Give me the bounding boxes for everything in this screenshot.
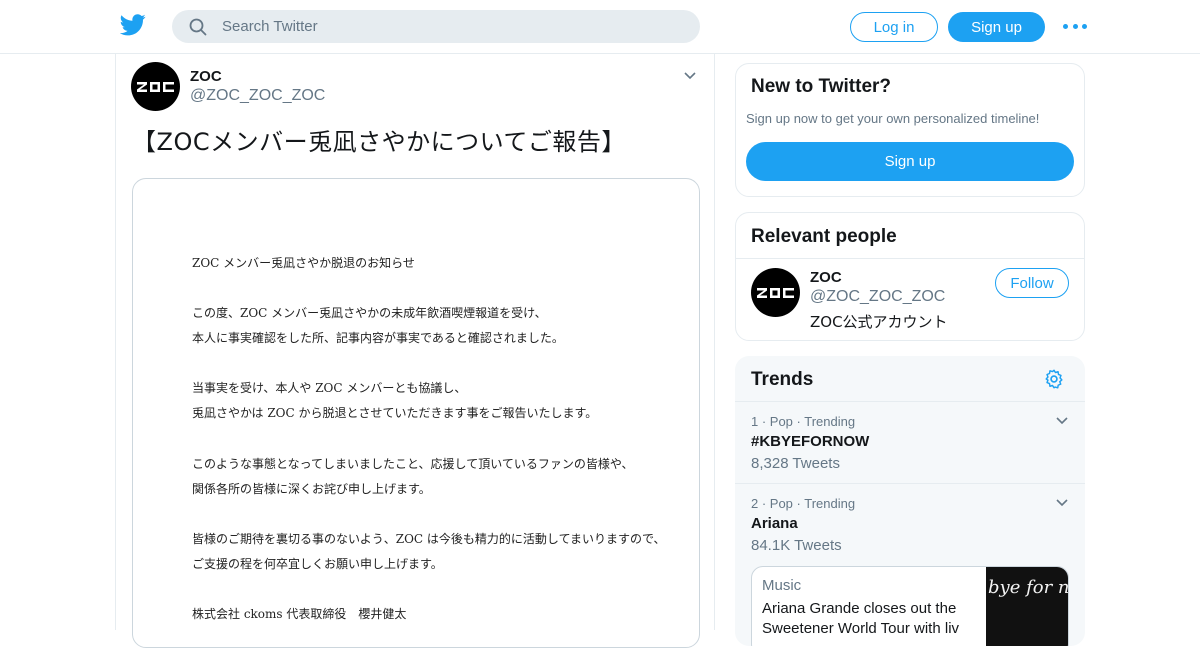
chevron-down-icon[interactable] [1055,496,1069,510]
news-card[interactable]: Music Ariana Grande closes out the Sweet… [751,566,1069,646]
search-input[interactable] [222,18,662,35]
document-line: このような事態となってしまいましたこと、応援して頂いているファンの皆様や、 [192,457,634,471]
news-headline[interactable]: Ariana Grande closes out the Sweetener W… [762,599,977,639]
top-bar: Log in Sign up [0,0,1200,54]
divider [736,258,1084,259]
new-to-twitter-card: New to Twitter? Sign up now to get your … [735,63,1085,197]
trends-title: Trends [751,369,814,390]
tweet-text: 【ZOCメンバー兎凪さやかについてご報告】 [132,128,626,156]
trends-panel: Trends 1 · Pop · Trending #KBYEFORNOW 8,… [735,356,1085,646]
news-thumbnail[interactable]: bye for n [986,567,1069,646]
avatar[interactable] [751,268,800,317]
trend-name[interactable]: #KBYEFORNOW [751,433,869,450]
divider [735,483,1085,484]
card-subtitle: Sign up now to get your own personalized… [746,111,1040,126]
avatar[interactable] [131,62,180,111]
follow-button[interactable]: Follow [995,268,1069,298]
document-line: 株式会社 ckoms 代表取締役 櫻井健太 [192,607,407,621]
search-icon [188,17,208,37]
tweet-detail: ZOC @ZOC_ZOC_ZOC 【ZOCメンバー兎凪さやかについてご報告】 Z… [115,54,715,648]
tweet-author-handle[interactable]: @ZOC_ZOC_ZOC [190,87,325,105]
document-line: 兎凪さやかは ZOC から脱退とさせていただきます事をご報告いたします。 [192,406,598,420]
login-button[interactable]: Log in [850,12,938,42]
person-bio: ZOC公式アカウント [810,313,948,331]
chevron-down-icon[interactable] [1055,414,1069,428]
search-box[interactable] [172,10,700,43]
trend-count: 84.1K Tweets [751,537,842,554]
divider [735,401,1085,402]
tweet-image[interactable]: ZOC メンバー兎凪さやか脱退のお知らせ この度、ZOC メンバー兎凪さやかの未… [132,178,700,648]
gear-icon[interactable] [1043,368,1065,390]
tweet-author-name[interactable]: ZOC [190,68,222,85]
document-line: 当事実を受け、本人や ZOC メンバーとも協議し、 [192,381,467,395]
document-line: ご支援の程を何卒宜しくお願い申し上げます。 [192,557,443,571]
document-line: 皆様のご期待を裏切る事のないよう、ZOC は今後も精力的に活動してまいりますので… [192,532,666,546]
twitter-bird-icon[interactable] [119,14,146,38]
sidebar-signup-button[interactable]: Sign up [746,142,1074,181]
thumbnail-text: bye for n [988,577,1069,598]
card-title: New to Twitter? [751,76,892,97]
document-line: この度、ZOC メンバー兎凪さやかの未成年飲酒喫煙報道を受け、 [192,306,547,320]
trend-meta: 2 · Pop · Trending [751,496,856,511]
person-name[interactable]: ZOC [810,269,842,286]
document-line: ZOC メンバー兎凪さやか脱退のお知らせ [192,256,415,270]
card-title: Relevant people [751,226,897,247]
person-handle[interactable]: @ZOC_ZOC_ZOC [810,288,945,306]
relevant-people-card: Relevant people ZOC @ZOC_ZOC_ZOC ZOC公式アカ… [735,212,1085,341]
document-line: 関係各所の皆様に深くお詫び申し上げます。 [192,482,431,496]
chevron-down-icon[interactable] [682,68,698,84]
signup-button[interactable]: Sign up [948,12,1045,42]
more-options-icon[interactable] [1063,20,1087,32]
zoc-logo-icon [756,287,794,298]
trend-count: 8,328 Tweets [751,455,840,472]
document-line: 本人に事実確認をした所、記事内容が事実であると確認されました。 [192,331,564,345]
trend-meta: 1 · Pop · Trending [751,414,856,429]
news-category: Music [762,577,802,594]
trend-name[interactable]: Ariana [751,515,798,532]
zoc-logo-icon [136,81,174,92]
